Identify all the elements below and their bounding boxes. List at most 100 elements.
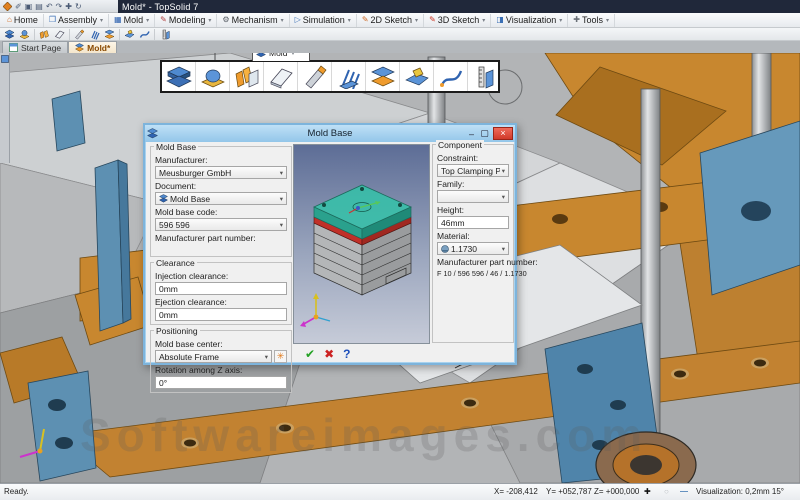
pick-point-button[interactable]: ✳ <box>274 350 287 363</box>
ribbon-tab-label: Home <box>13 15 38 25</box>
document-select[interactable]: Mold Base ▾ <box>155 192 287 205</box>
injection-clearance-label: Injection clearance: <box>155 271 229 281</box>
ok-button[interactable]: ✔ <box>305 347 315 361</box>
plate-icon[interactable] <box>53 29 66 40</box>
document-tab-bar: Start Page Mold* <box>0 41 800 53</box>
document-label: Document: <box>155 181 197 191</box>
height-label: Height: <box>437 205 464 215</box>
family-select[interactable]: ▾ <box>437 190 509 203</box>
plate-button[interactable] <box>264 62 298 91</box>
ribbon-tab-assembly[interactable]: ❒ Assembly ▾ <box>44 13 110 27</box>
refresh-icon[interactable]: ↻ <box>75 2 82 11</box>
clearance-group: Clearance Injection clearance: 0mm Eject… <box>150 258 292 325</box>
add-icon[interactable]: ✚ <box>65 2 72 11</box>
mold-base-code-select[interactable]: 596 596 ▾ <box>155 218 287 231</box>
simulation-icon: ▷ <box>294 15 301 24</box>
core-cavity-icon[interactable] <box>103 29 116 40</box>
document-icon <box>159 194 168 203</box>
selected-value: 1.1730 <box>451 243 477 254</box>
mold-base-dialog: Mold Base – ▢ × Mold Base Manufacturer: … <box>143 123 538 393</box>
molded-part-icon[interactable] <box>18 29 31 40</box>
rotation-z-label: Rotation among Z axis: <box>155 365 243 375</box>
assembly-icon: ❒ <box>48 15 57 24</box>
minimize-button[interactable]: – <box>465 129 478 139</box>
molded-part-button[interactable] <box>196 62 230 91</box>
ribbon-tab-visualization[interactable]: ◨ Visualization ▾ <box>491 13 569 27</box>
chevron-down-icon[interactable]: ▾ <box>208 17 211 24</box>
chevron-down-icon[interactable]: ▾ <box>482 17 485 24</box>
pan-icon[interactable]: ✚ <box>644 487 651 496</box>
ribbon-tab-3d-sketch[interactable]: ✎ 3D Sketch ▾ <box>424 13 492 27</box>
chevron-down-icon[interactable]: ▾ <box>146 17 149 24</box>
slider-icon[interactable] <box>123 29 136 40</box>
mold-table-button[interactable] <box>468 62 496 91</box>
help-button[interactable]: ? <box>343 347 350 361</box>
edit-icon[interactable]: ✐ <box>15 2 22 11</box>
cooling-icon[interactable] <box>138 29 151 40</box>
chevron-down-icon: ▾ <box>501 167 505 175</box>
chevron-down-icon[interactable]: ▾ <box>100 17 103 24</box>
material-select[interactable]: 1.1730 ▾ <box>437 242 509 255</box>
chevron-down-icon[interactable]: ▾ <box>348 17 351 24</box>
tools-icon: ✚ <box>573 15 580 24</box>
mold-document-icon <box>75 43 85 52</box>
ribbon-tab-simulation[interactable]: ▷ Simulation ▾ <box>290 13 357 27</box>
mold-base-icon[interactable] <box>3 29 16 40</box>
collapsed-side-panel[interactable] <box>0 53 10 163</box>
chevron-down-icon: ▾ <box>279 195 283 203</box>
mold-base-button[interactable] <box>162 62 196 91</box>
new-document-icon[interactable]: ▣ <box>25 2 33 11</box>
tab-start-page[interactable]: Start Page <box>2 41 69 53</box>
visualization-status[interactable]: Visualization: 0,2mm 15° <box>696 487 784 496</box>
preview-scene <box>294 145 429 343</box>
cancel-validate-button[interactable]: ✖ <box>324 347 334 361</box>
selected-value: Mold Base <box>170 193 211 204</box>
ribbon-tab-2d-sketch[interactable]: ✎ 2D Sketch ▾ <box>357 13 425 27</box>
core-cavity-button[interactable] <box>366 62 400 91</box>
material-icon <box>441 244 449 253</box>
ribbon-tab-modeling[interactable]: ✎ Modeling ▾ <box>155 13 218 27</box>
selected-value: Top Clamping Plate <box>441 165 500 176</box>
viewport[interactable]: Softwareimages.com Mold ▾ Mold Base – ▢ … <box>0 53 800 483</box>
cavity-insert-icon[interactable] <box>38 29 51 40</box>
constraint-select[interactable]: Top Clamping Plate▾ <box>437 164 509 177</box>
cooling-button[interactable] <box>434 62 468 91</box>
ribbon-tab-label: Tools <box>581 15 603 25</box>
redo-icon[interactable]: ↷ <box>56 2 63 11</box>
cavity-inserts-button[interactable] <box>230 62 264 91</box>
slider-button[interactable] <box>400 62 434 91</box>
chevron-down-icon[interactable]: ▾ <box>281 17 284 24</box>
dialog-left-panel: Mold Base Manufacturer: Meusburger GmbH ▾… <box>150 142 292 398</box>
ejection-clearance-input[interactable]: 0mm <box>155 308 287 321</box>
injection-clearance-input[interactable]: 0mm <box>155 282 287 295</box>
manufacturer-select[interactable]: Meusburger GmbH ▾ <box>155 166 287 179</box>
rotation-z-input[interactable]: 0° <box>155 376 287 389</box>
palette-tab-mold[interactable]: Mold ▾ <box>252 53 310 61</box>
bill-of-material-icon[interactable] <box>158 29 171 40</box>
guide-pin-icon[interactable] <box>73 28 86 40</box>
mold-base-center-select[interactable]: Absolute Frame ▾ <box>155 350 272 363</box>
mold-base-code-label: Mold base code: <box>155 207 218 217</box>
ribbon-tab-mechanism[interactable]: ⚙ Mechanism ▾ <box>217 13 290 27</box>
ejection-icon[interactable] <box>88 29 101 40</box>
ribbon-tab-mold[interactable]: ▦ Mold ▾ <box>109 13 156 27</box>
maximize-button[interactable]: ▢ <box>478 128 491 139</box>
ejection-button[interactable] <box>332 62 366 91</box>
close-button[interactable]: × <box>493 127 513 140</box>
constraint-label: Constraint: <box>437 153 479 163</box>
coordinate-z: Z= +000,000 <box>594 487 640 496</box>
pin-icon[interactable]: ▾ <box>291 53 294 57</box>
chevron-down-icon[interactable]: ▾ <box>559 17 562 24</box>
chevron-down-icon[interactable]: ▾ <box>415 17 418 24</box>
undo-icon[interactable]: ↶ <box>46 2 53 11</box>
mold-base-preview[interactable] <box>293 144 430 344</box>
tab-mold[interactable]: Mold* <box>68 41 118 53</box>
height-input[interactable]: 46mm <box>437 216 509 229</box>
ribbon-tab-home[interactable]: ⌂ Home <box>2 13 44 27</box>
open-document-icon[interactable]: ▤ <box>35 2 43 11</box>
ribbon-tab-tools[interactable]: ✚ Tools ▾ <box>568 13 615 27</box>
guide-pin-button[interactable] <box>298 62 332 91</box>
chevron-down-icon[interactable]: ▾ <box>606 17 609 24</box>
mold-toolbar <box>0 28 800 41</box>
group-title: Clearance <box>154 258 197 268</box>
